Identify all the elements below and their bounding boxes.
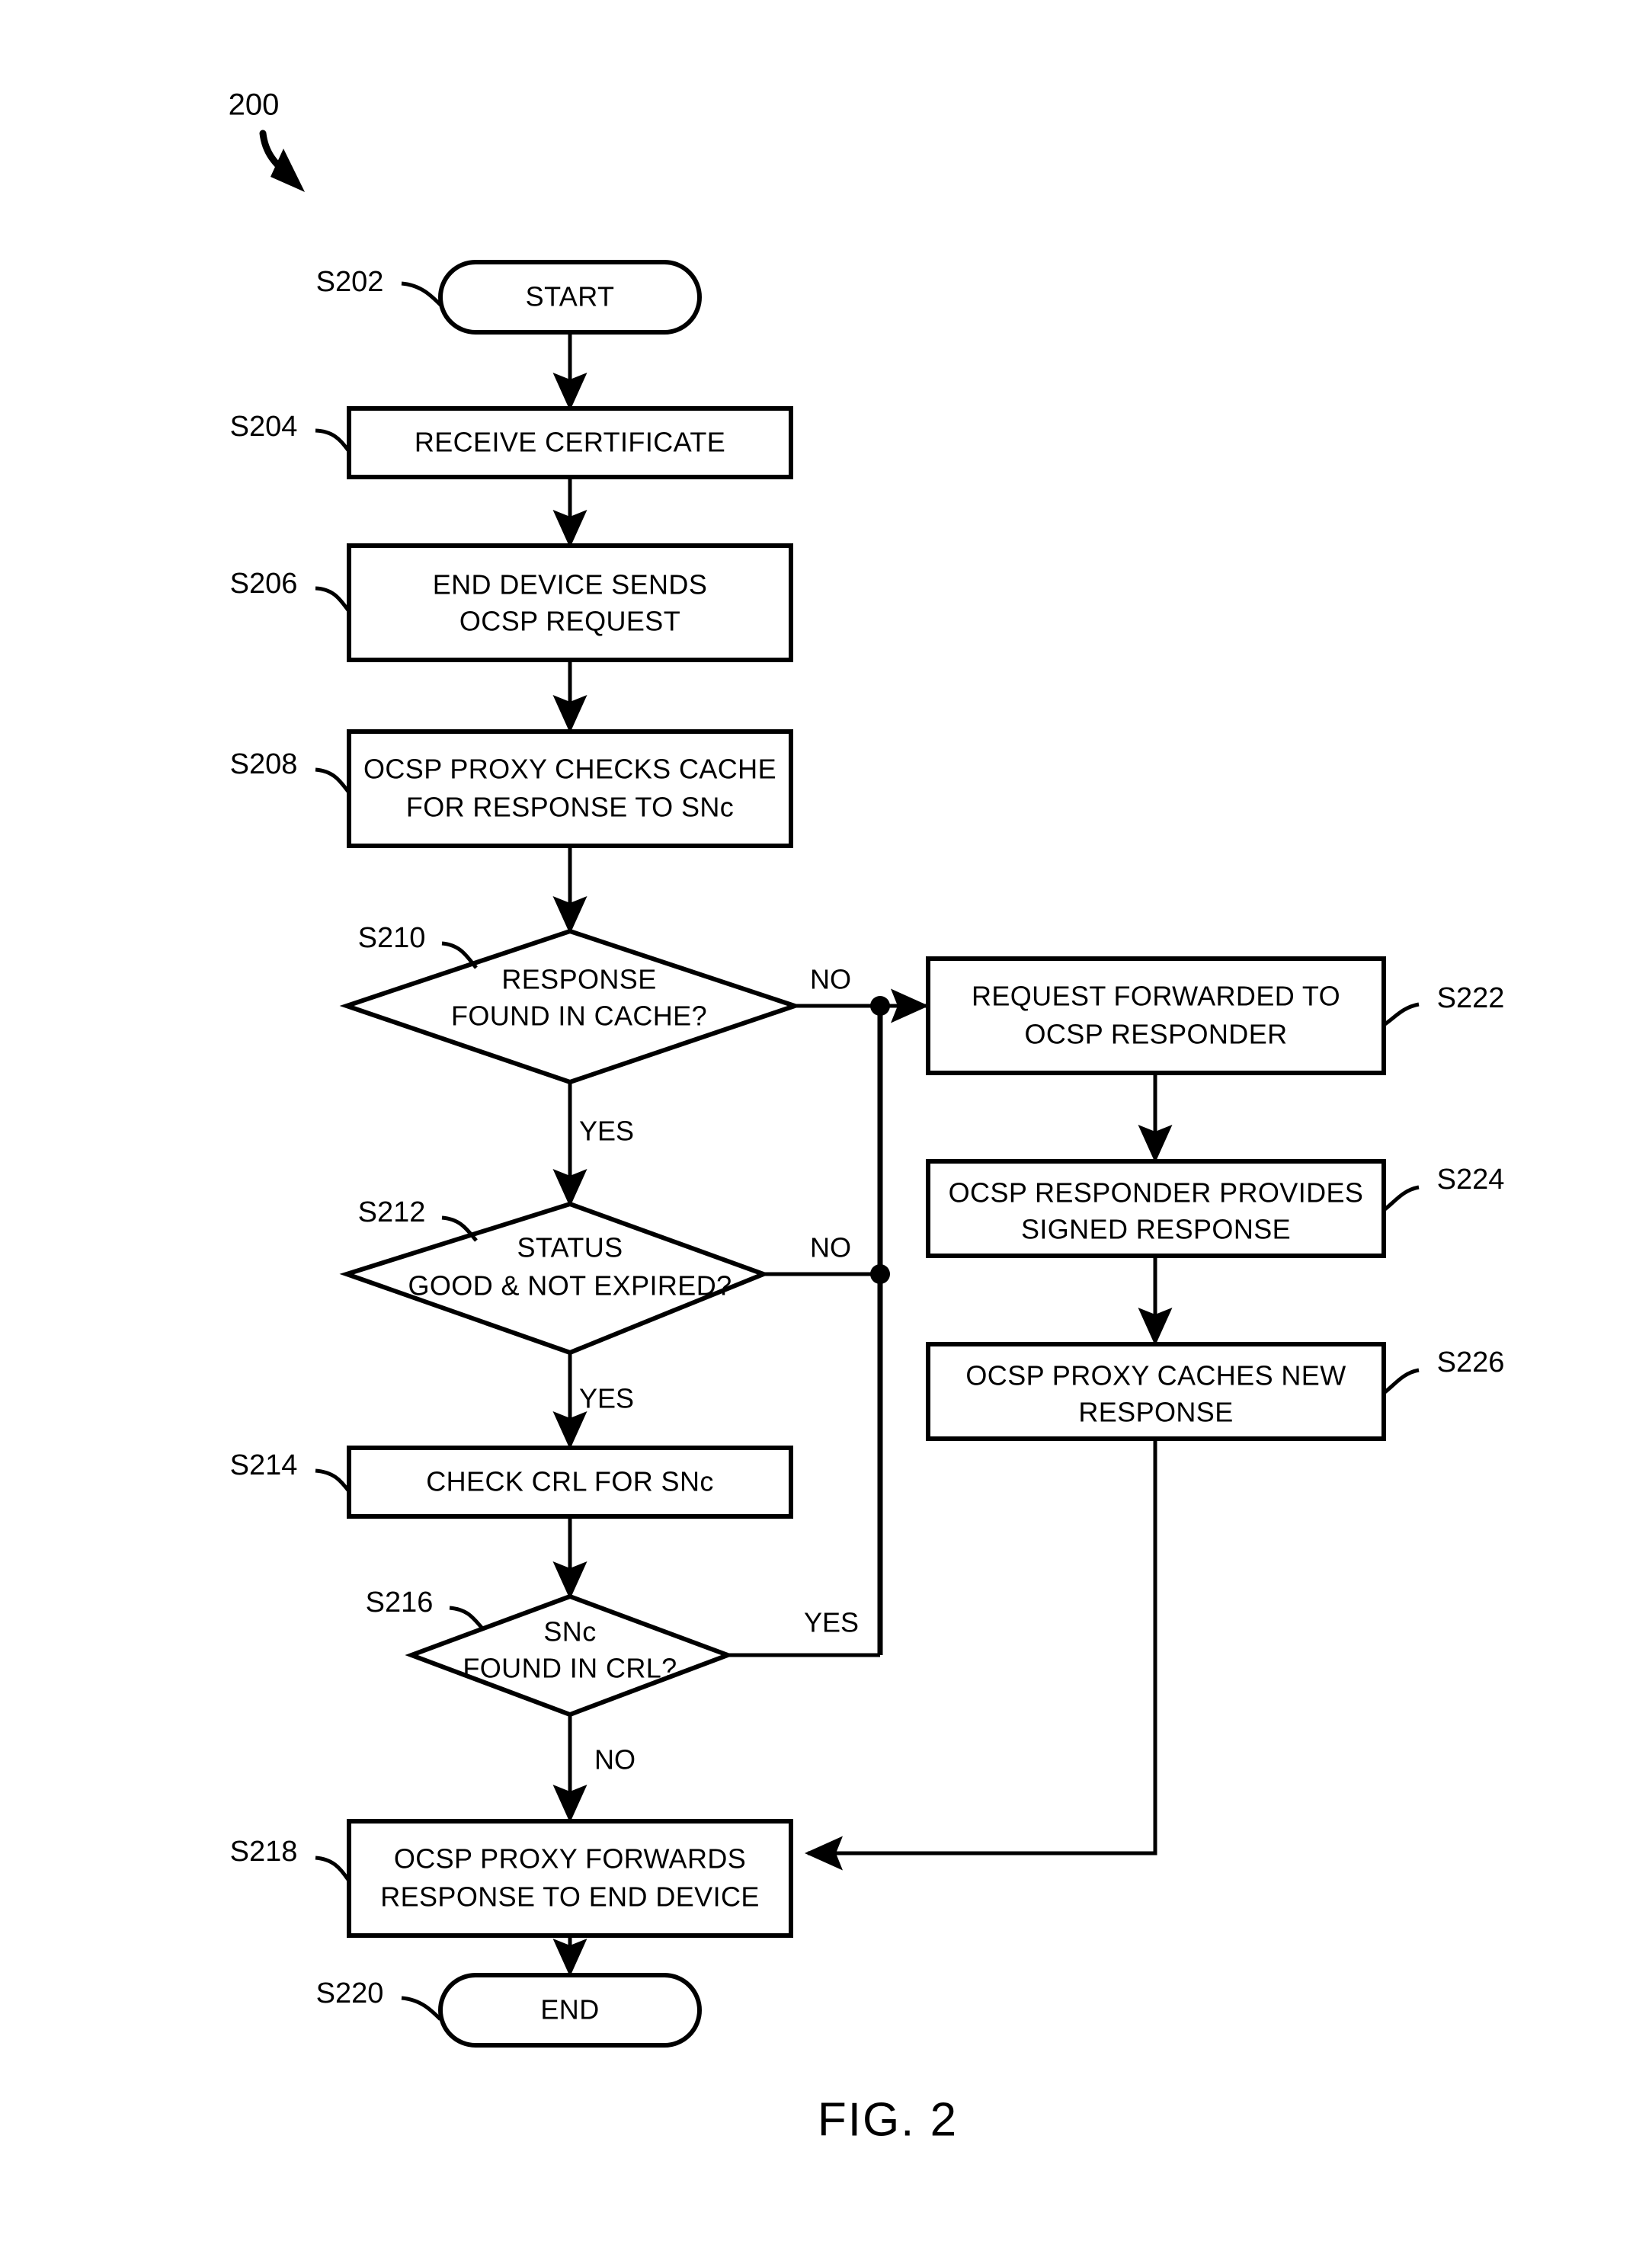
node-s210-line-1: RESPONSE bbox=[501, 964, 656, 995]
step-ref-s220: S220 bbox=[316, 1977, 442, 2021]
node-s208-line-1: OCSP PROXY CHECKS CACHE bbox=[363, 754, 776, 785]
branch-label-s216-yes: YES bbox=[804, 1607, 859, 1638]
branch-label-s210-no: NO bbox=[810, 964, 851, 995]
node-s220-line-1: END bbox=[540, 1994, 599, 2025]
step-ref-s224-leader bbox=[1382, 1185, 1420, 1212]
step-ref-s216-label: S216 bbox=[366, 1587, 434, 1619]
step-ref-s202-leader bbox=[401, 281, 442, 306]
step-ref-s218-leader bbox=[315, 1856, 351, 1882]
node-s218-shape bbox=[347, 1819, 793, 1938]
node-s222-shape bbox=[926, 956, 1386, 1075]
step-ref-s224: S224 bbox=[1382, 1164, 1505, 1212]
node-s206-shape bbox=[347, 543, 793, 662]
branch-label-s216-no: NO bbox=[594, 1744, 636, 1776]
node-s204-line-1: RECEIVE CERTIFICATE bbox=[415, 427, 725, 458]
figure-caption: FIG. 2 bbox=[818, 2093, 958, 2146]
step-ref-s210: S210 bbox=[358, 922, 478, 969]
reference-leader-arrowhead bbox=[271, 149, 305, 192]
node-s224-line-2: SIGNED RESPONSE bbox=[1021, 1214, 1291, 1245]
step-ref-s206-leader bbox=[315, 586, 351, 613]
branch-label-s212-yes: YES bbox=[579, 1383, 634, 1414]
node-s224-line-1: OCSP RESPONDER PROVIDES bbox=[949, 1177, 1364, 1209]
step-ref-s210-leader bbox=[441, 941, 478, 969]
branch-label-s210-yes: YES bbox=[579, 1116, 634, 1147]
node-s210-line-2: FOUND IN CACHE? bbox=[451, 1001, 707, 1032]
step-ref-s204-label: S204 bbox=[230, 411, 298, 443]
node-s216-line-1: SNc bbox=[543, 1616, 596, 1647]
step-ref-s202-label: S202 bbox=[316, 266, 384, 298]
step-ref-s210-label: S210 bbox=[358, 922, 426, 954]
junction-dot-s210-no bbox=[870, 996, 890, 1016]
node-s212-line-2: GOOD & NOT EXPIRED? bbox=[408, 1270, 732, 1302]
node-s218-line-1: OCSP PROXY FORWARDS bbox=[394, 1843, 746, 1875]
node-s222-request-forwarded[interactable]: REQUEST FORWARDED TO OCSP RESPONDER bbox=[926, 956, 1386, 1075]
node-s226-line-1: OCSP PROXY CACHES NEW bbox=[965, 1360, 1346, 1391]
step-ref-s216-leader bbox=[449, 1606, 485, 1631]
node-s226-line-2: RESPONSE bbox=[1078, 1397, 1233, 1428]
step-ref-s216: S216 bbox=[366, 1587, 485, 1631]
step-ref-s222-leader bbox=[1382, 1002, 1420, 1027]
step-ref-s220-leader bbox=[401, 1996, 442, 2021]
step-ref-s208: S208 bbox=[230, 748, 351, 794]
step-ref-s208-leader bbox=[315, 767, 351, 794]
step-ref-s202: S202 bbox=[316, 266, 442, 306]
node-s222-line-1: REQUEST FORWARDED TO bbox=[972, 981, 1340, 1012]
step-ref-s206: S206 bbox=[230, 568, 351, 613]
node-s226-ocsp-proxy-caches-new-response[interactable]: OCSP PROXY CACHES NEW RESPONSE bbox=[926, 1342, 1386, 1441]
node-s212-line-1: STATUS bbox=[517, 1232, 623, 1263]
node-s208-line-2: FOR RESPONSE TO SNc bbox=[406, 792, 734, 823]
step-ref-s206-label: S206 bbox=[230, 568, 298, 600]
step-ref-s212: S212 bbox=[358, 1196, 478, 1242]
step-ref-s218-label: S218 bbox=[230, 1836, 298, 1868]
step-ref-s214-leader bbox=[315, 1468, 351, 1493]
node-s204-receive-certificate[interactable]: RECEIVE CERTIFICATE bbox=[347, 406, 793, 479]
diagram-reference-200: 200 bbox=[229, 88, 305, 192]
node-s218-ocsp-proxy-forwards-response[interactable]: OCSP PROXY FORWARDS RESPONSE TO END DEVI… bbox=[347, 1819, 793, 1938]
step-ref-s226-leader bbox=[1382, 1368, 1420, 1395]
node-s206-line-2: OCSP REQUEST bbox=[459, 606, 680, 637]
node-s208-ocsp-proxy-checks-cache[interactable]: OCSP PROXY CHECKS CACHE FOR RESPONSE TO … bbox=[347, 729, 793, 848]
diagram-reference-number: 200 bbox=[229, 88, 280, 122]
node-s206-end-device-sends-ocsp-request[interactable]: END DEVICE SENDS OCSP REQUEST bbox=[347, 543, 793, 662]
node-s224-ocsp-responder-provides[interactable]: OCSP RESPONDER PROVIDES SIGNED RESPONSE bbox=[926, 1159, 1386, 1258]
node-s208-shape bbox=[347, 729, 793, 848]
step-ref-s226: S226 bbox=[1382, 1346, 1505, 1395]
edge-s226-s218 bbox=[804, 1439, 1157, 1871]
step-ref-s222-label: S222 bbox=[1437, 982, 1505, 1014]
figure-2-flowchart: 200 NO YES NO YES YES NO START S202 RECE… bbox=[0, 0, 1652, 2251]
step-ref-s226-label: S226 bbox=[1437, 1346, 1505, 1378]
node-s216-line-2: FOUND IN CRL? bbox=[463, 1653, 677, 1684]
step-ref-s222: S222 bbox=[1382, 982, 1505, 1027]
step-ref-s208-label: S208 bbox=[230, 748, 298, 780]
node-s202-start[interactable]: START bbox=[438, 260, 702, 335]
node-s222-line-2: OCSP RESPONDER bbox=[1024, 1019, 1287, 1050]
node-s206-line-1: END DEVICE SENDS bbox=[433, 569, 707, 600]
step-ref-s214-label: S214 bbox=[230, 1449, 298, 1481]
step-ref-s204-leader bbox=[315, 428, 351, 453]
node-s218-line-2: RESPONSE TO END DEVICE bbox=[380, 1881, 760, 1913]
junction-dot-s212-no bbox=[870, 1264, 890, 1284]
step-ref-s204: S204 bbox=[230, 411, 351, 453]
node-s214-check-crl[interactable]: CHECK CRL FOR SNc bbox=[347, 1446, 793, 1519]
step-ref-s224-label: S224 bbox=[1437, 1164, 1505, 1196]
branch-label-s212-no: NO bbox=[810, 1232, 851, 1263]
step-ref-s214: S214 bbox=[230, 1449, 351, 1493]
step-ref-s212-label: S212 bbox=[358, 1196, 426, 1228]
step-ref-s218: S218 bbox=[230, 1836, 351, 1882]
node-s202-line-1: START bbox=[526, 281, 615, 312]
node-s220-end[interactable]: END bbox=[438, 1973, 702, 2048]
node-s216-snc-found-in-crl[interactable]: SNc FOUND IN CRL? bbox=[405, 1593, 735, 1718]
step-ref-s220-label: S220 bbox=[316, 1977, 384, 2009]
node-s214-line-1: CHECK CRL FOR SNc bbox=[426, 1466, 714, 1497]
